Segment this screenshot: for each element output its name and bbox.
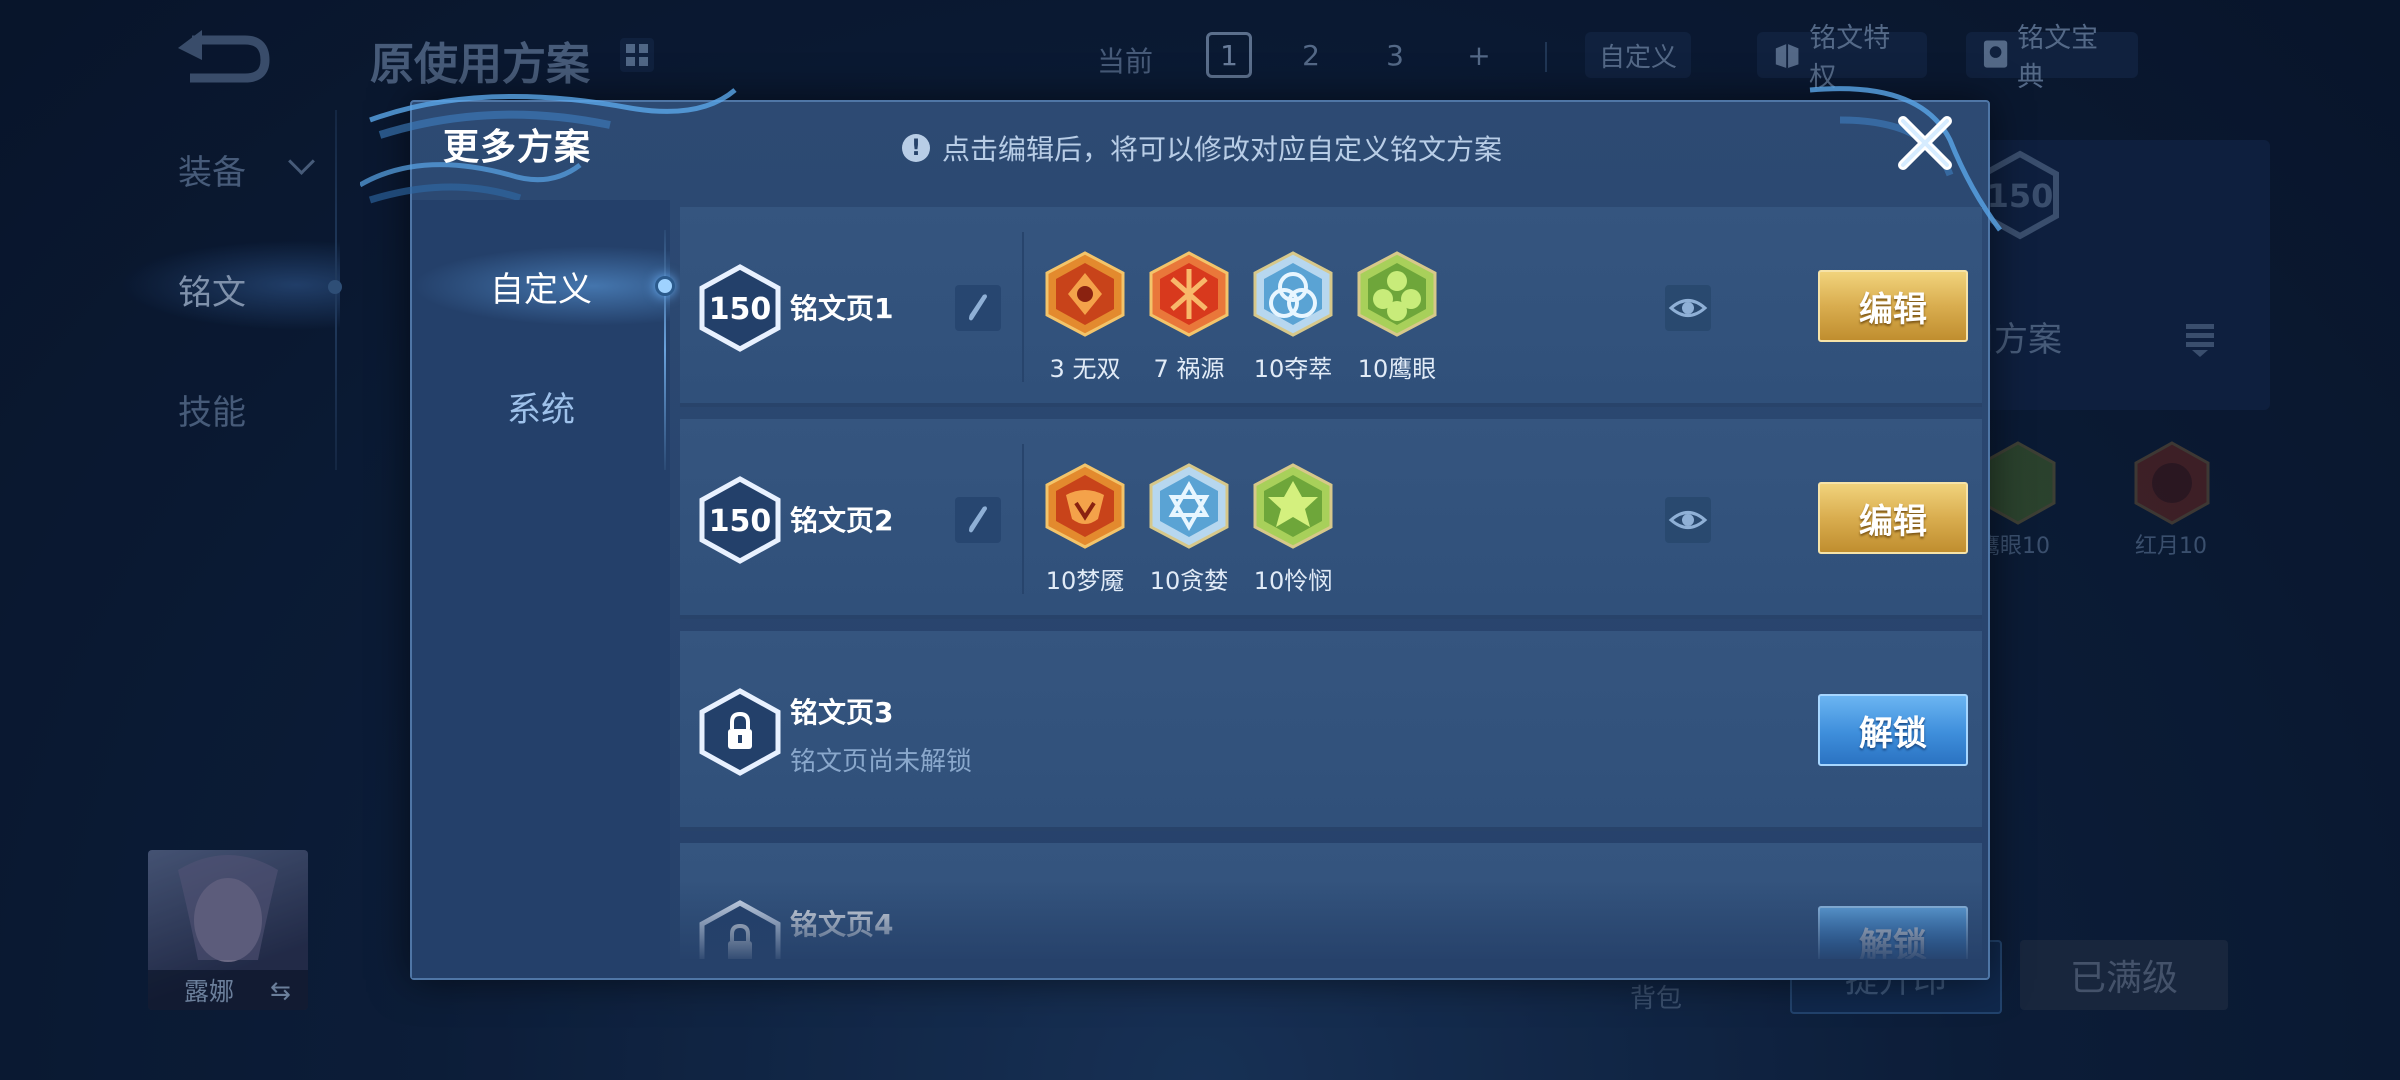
edit-button[interactable]: 编辑 [1818,270,1968,342]
hero-name: 露娜 [184,977,235,1006]
edit-hint-text: 点击编辑后，将可以修改对应自定义铭文方案 [942,133,1503,166]
rune-label: 10贪婪 [1149,567,1229,595]
rune-page-row-locked: 铭文页4 解锁 [680,843,1982,959]
rename-button[interactable] [955,285,1001,331]
svg-text:150: 150 [709,292,772,327]
locked-status-text: 铭文页尚未解锁 [790,747,973,777]
lock-hex-badge [699,900,781,959]
divider [1545,42,1547,72]
rune-lianmin-icon [1253,463,1333,549]
rune-privilege-button[interactable]: 铭文特权 [1757,23,1927,93]
preview-button[interactable] [1665,497,1711,543]
edit-hint: ! 点击编辑后，将可以修改对应自定义铭文方案 [902,128,1502,168]
modal-title: 更多方案 [443,127,592,168]
level-hex-badge: 150 [699,476,781,564]
custom-plan-button[interactable]: 自定义 [1585,32,1691,78]
rune-label: 7 祸源 [1153,355,1225,383]
background-rune-redmoon [2134,441,2210,525]
menu-icon[interactable] [2180,318,2220,358]
tab-active-indicator [655,276,675,296]
level-hex-badge: 150 [699,264,781,352]
plan-slot-1[interactable]: 1 [1206,32,1252,78]
side-tab-runes[interactable]: 铭文 [178,265,246,314]
pencil-icon [969,506,987,533]
rune-duocui-icon [1253,251,1333,337]
svg-text:150: 150 [709,504,772,539]
book-icon [1775,43,1799,69]
row-divider [1022,444,1024,594]
rune-label: 10梦魇 [1045,567,1125,595]
rune-page-row-locked: 铭文页3 铭文页尚未解锁 解锁 [680,631,1982,831]
rune-page-name: 铭文页4 [790,908,894,941]
plan-slot-3[interactable]: 3 [1372,32,1418,78]
rune-label: 10怜悯 [1253,567,1333,595]
rune-label: 10鹰眼 [1357,355,1437,383]
hero-name-bar: 露娜 ⇆ [148,970,308,1010]
side-tab-skills[interactable]: 技能 [178,385,246,434]
eye-icon [1668,299,1708,317]
rune-page-name: 铭文页1 [790,292,894,325]
rune-page-name: 铭文页2 [790,504,894,537]
rune-wushuang-icon [1045,251,1125,337]
rune-page-row: 150 铭文页1 3 无双 7 祸源 10夺萃 10鹰眼 编辑 [680,207,1982,407]
rune-codex-button[interactable]: 铭文宝典 [1966,23,2138,93]
rune-huoyuan-icon [1149,251,1229,337]
plan-slot-2[interactable]: 2 [1288,32,1334,78]
bag-label: 背包 [1630,984,1683,1014]
row-divider [1022,232,1024,382]
unlock-button[interactable]: 解锁 [1818,694,1968,766]
rune-codex-label: 铭文宝典 [2017,23,2099,93]
pencil-icon [969,294,987,321]
background-rune-label: 红月10 [2135,534,2207,559]
rune-page-name: 铭文页3 [790,696,894,729]
chevron-down-icon [288,148,315,175]
rename-button[interactable] [955,497,1001,543]
maxed-level-button: 已满级 [2020,940,2228,1010]
close-icon[interactable] [1895,113,1955,173]
side-tab-equipment[interactable]: 装备 [178,145,246,194]
side-rail-dot [328,280,342,294]
tab-custom[interactable]: 自定义 [412,246,670,326]
current-label: 当前 [1097,45,1154,78]
swap-icon[interactable]: ⇆ [270,976,291,1005]
info-icon: ! [902,134,930,162]
hero-avatar[interactable]: 露娜 ⇆ [148,850,308,1010]
background-rune-hawkeye [1980,441,2056,525]
edit-button[interactable]: 编辑 [1818,482,1968,554]
rune-page-row: 150 铭文页2 10梦魇 10贪婪 10怜悯 编辑 [680,419,1982,619]
grid-view-icon[interactable] [620,38,654,72]
unlock-button[interactable]: 解锁 [1818,906,1968,959]
rune-mengyan-icon [1045,463,1125,549]
preview-button[interactable] [1665,285,1711,331]
rune-label: 10夺萃 [1253,355,1333,383]
codex-icon [1983,40,2008,68]
rune-tanlan-icon [1149,463,1229,549]
hero-portrait [178,855,278,962]
back-arrow-icon[interactable] [170,30,270,85]
rune-label: 3 无双 [1049,355,1121,383]
tab-rail [664,230,666,470]
plan-slot-add[interactable]: + [1456,32,1502,78]
rune-page-list[interactable]: 150 铭文页1 3 无双 7 祸源 10夺萃 10鹰眼 编辑 150 铭文页2… [680,207,1982,959]
lock-hex-badge [699,688,781,776]
rune-yingyan-icon [1357,251,1437,337]
eye-icon [1668,511,1708,529]
tab-system[interactable]: 系统 [412,366,670,446]
